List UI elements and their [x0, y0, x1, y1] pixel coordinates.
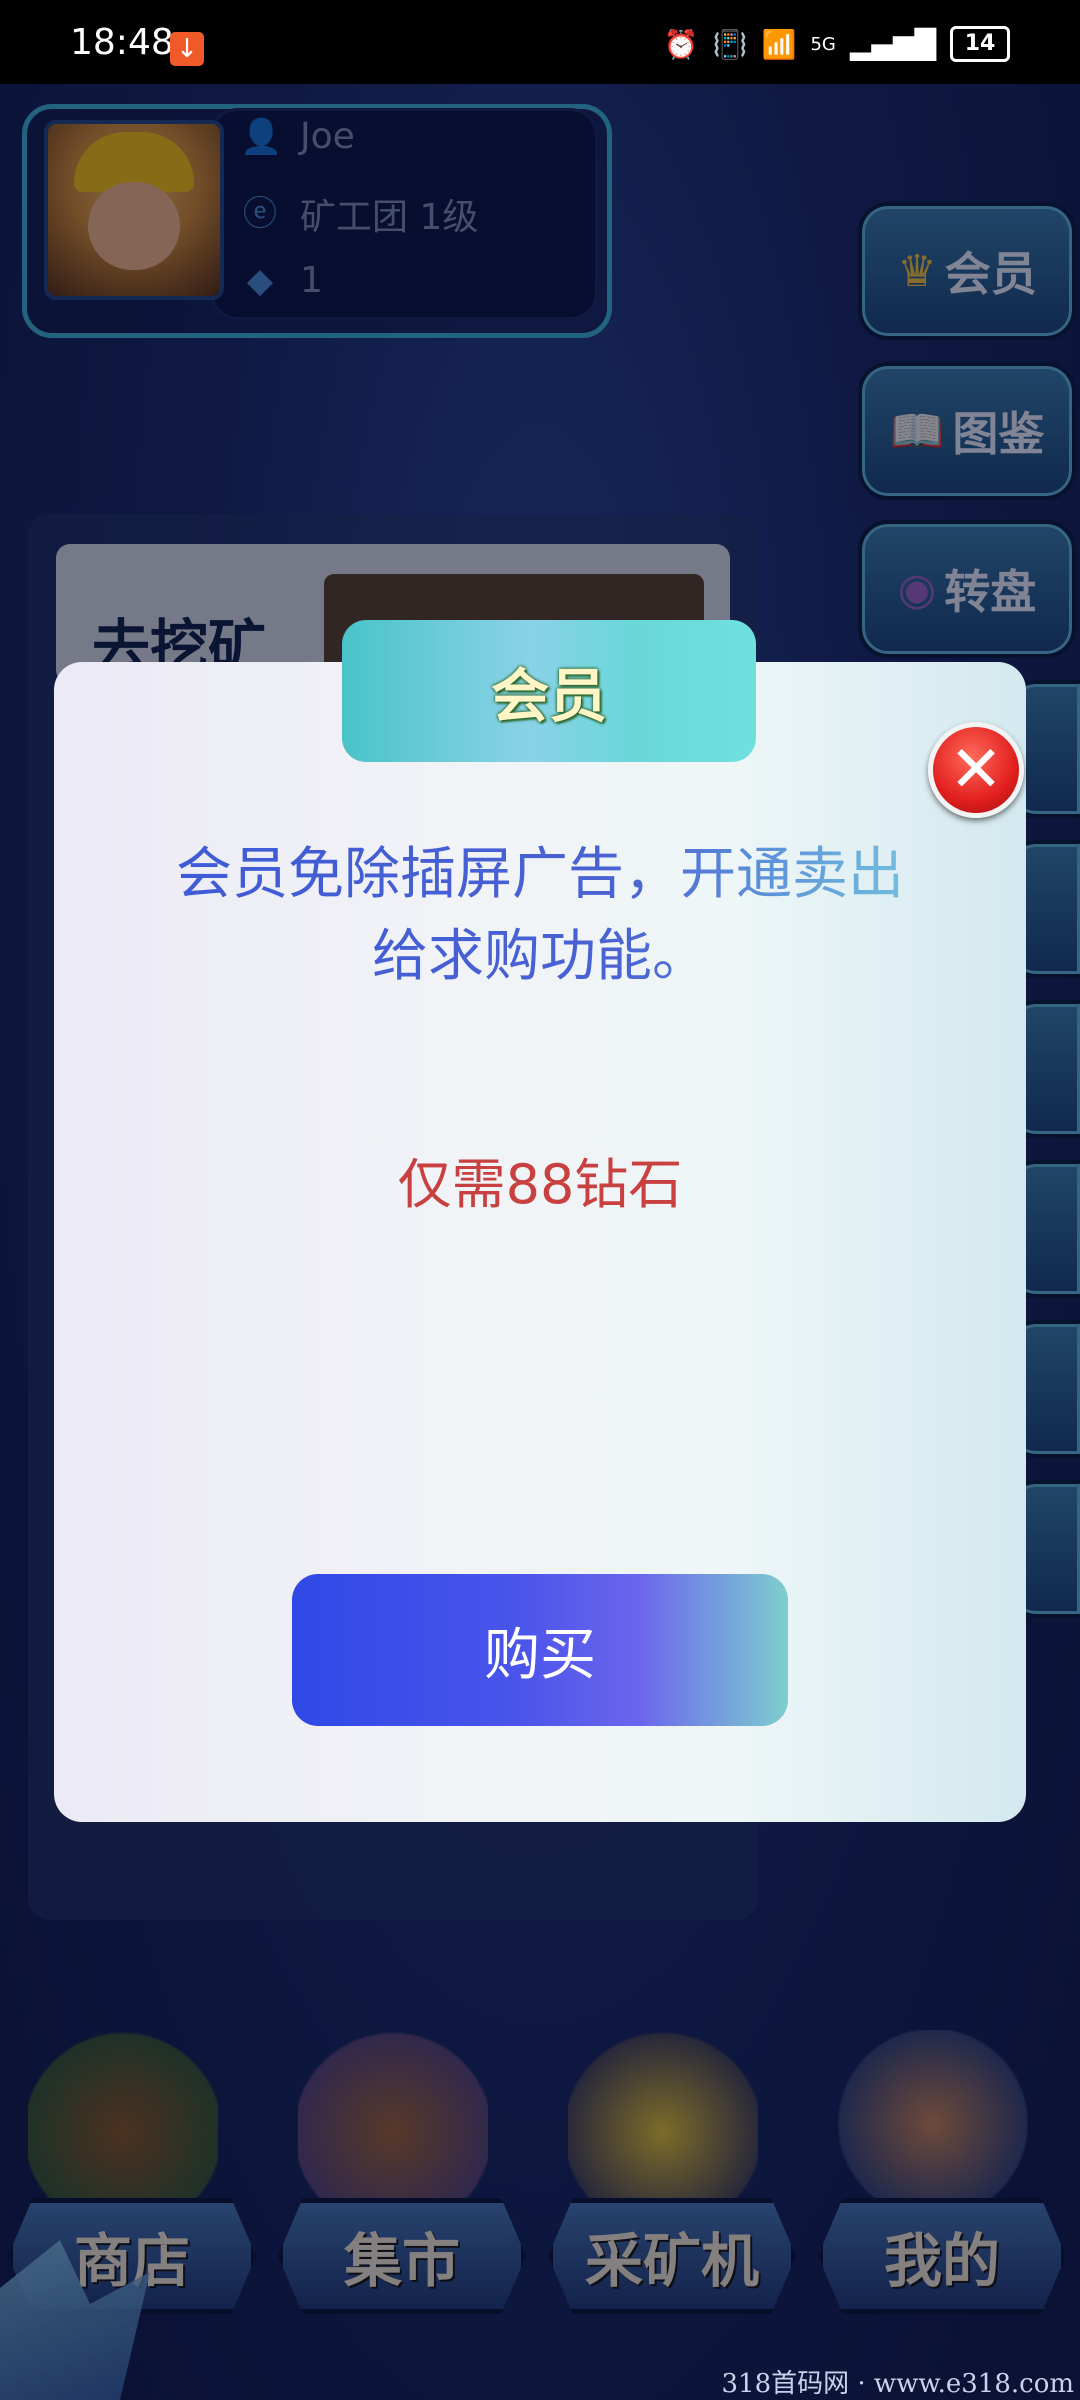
wifi-icon: 📶 — [761, 27, 797, 61]
status-time: 18:48 — [70, 22, 174, 63]
status-bar: 18:48 ↓ ⏰ 📳 📶 5G ▂▄▆█ 14 — [0, 0, 1080, 84]
vibrate-icon: 📳 — [712, 27, 748, 61]
download-icon: ↓ — [170, 32, 204, 66]
battery-icon: 14 — [950, 26, 1010, 62]
buy-button[interactable]: 购买 — [292, 1574, 788, 1726]
modal-description: 会员免除插屏广告，开通卖出 给求购功能。 — [120, 834, 960, 998]
battery-level: 14 — [964, 31, 996, 56]
modal-header: 会员 — [342, 620, 756, 762]
modal-title: 会员 — [490, 662, 607, 730]
close-button[interactable]: ✕ — [928, 722, 1024, 818]
watermark: 318首码网 · www.e318.com — [721, 2369, 1074, 2399]
status-icons: ⏰ 📳 📶 5G ▂▄▆█ 14 — [664, 26, 1010, 62]
modal-description-line1: 会员免除插屏广告，开通卖出 — [176, 842, 904, 907]
signal-icon: ▂▄▆█ — [849, 27, 936, 61]
modal-price: 仅需88钻石 — [397, 1153, 683, 1216]
close-icon: ✕ — [949, 733, 1003, 807]
network-type: 5G — [810, 33, 836, 55]
alarm-icon: ⏰ — [663, 27, 699, 61]
modal-description-line2: 给求购功能。 — [372, 924, 708, 989]
